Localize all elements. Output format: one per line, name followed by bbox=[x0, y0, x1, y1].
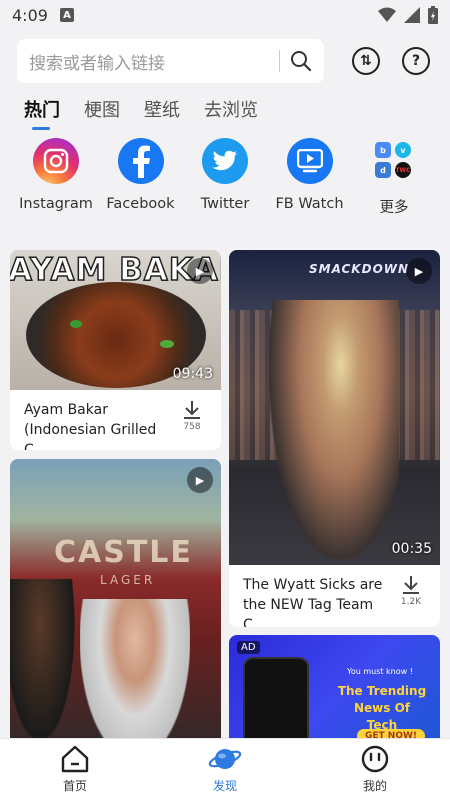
download-manager-icon[interactable]: ⇅ bbox=[352, 47, 380, 75]
battery-icon bbox=[428, 6, 438, 24]
video-title: Ayam Bakar (Indonesian Grilled C... bbox=[24, 402, 157, 450]
planet-icon bbox=[208, 749, 242, 769]
nav-discover[interactable]: 发现 bbox=[175, 745, 275, 794]
facebook-icon bbox=[117, 138, 164, 184]
search-icon[interactable] bbox=[290, 50, 312, 72]
nav-label: 发现 bbox=[212, 779, 237, 793]
garnish bbox=[160, 340, 174, 348]
search-row: 搜索或者输入链接 ⇅ ? bbox=[0, 30, 450, 84]
nav-profile[interactable]: 我的 bbox=[325, 745, 425, 794]
shortcut-twitter[interactable]: Twitter bbox=[183, 138, 267, 228]
download-count: 1.2K bbox=[400, 597, 422, 607]
wrestler-image bbox=[269, 300, 399, 560]
download-button[interactable]: 1.2K bbox=[394, 575, 428, 627]
download-icon bbox=[184, 401, 200, 419]
shortcut-label: Facebook bbox=[106, 196, 175, 212]
video-thumbnail[interactable]: SMACKDOWN ▶ 00:35 bbox=[229, 250, 440, 565]
profile-icon bbox=[361, 745, 389, 773]
thumbnail-banner-text: CASTLE bbox=[54, 535, 193, 570]
notification-badge-icon: A bbox=[59, 8, 74, 22]
category-tabs: 热门 梗图 壁纸 去浏览 bbox=[0, 96, 450, 132]
wifi-icon bbox=[378, 7, 396, 22]
more-apps-icon: b v d TWC bbox=[371, 138, 417, 184]
header-icons: ⇅ ? bbox=[352, 47, 434, 75]
video-thumbnail[interactable]: CASTLE LAGER ▶ bbox=[10, 459, 221, 759]
home-icon bbox=[61, 745, 89, 773]
garnish bbox=[70, 320, 82, 328]
download-button[interactable]: 758 bbox=[175, 400, 209, 450]
bottom-navigation: 首页 发现 我的 bbox=[0, 738, 450, 800]
tab-memes[interactable]: 梗图 bbox=[84, 96, 120, 122]
twitter-icon bbox=[202, 138, 248, 184]
video-card[interactable]: CASTLE LAGER ▶ bbox=[10, 459, 221, 759]
help-icon[interactable]: ? bbox=[402, 47, 430, 75]
person-image bbox=[10, 579, 80, 759]
tab-browse[interactable]: 去浏览 bbox=[204, 96, 258, 122]
video-title: The Wyatt Sicks are the NEW Tag Team C..… bbox=[243, 577, 383, 627]
shortcut-label: 更多 bbox=[379, 200, 409, 216]
shortcut-fb-watch[interactable]: FB Watch bbox=[268, 138, 352, 228]
video-duration: 09:43 bbox=[172, 366, 213, 382]
play-icon[interactable]: ▶ bbox=[406, 258, 432, 284]
search-divider bbox=[279, 50, 280, 72]
ad-pre-text: You must know ! bbox=[347, 667, 413, 676]
play-icon[interactable]: ▶ bbox=[187, 467, 213, 493]
fb-watch-icon bbox=[286, 138, 333, 184]
status-icons bbox=[378, 6, 438, 24]
instagram-icon bbox=[33, 138, 79, 184]
ad-label: AD bbox=[237, 641, 260, 654]
video-card[interactable]: AYAM BAKAR ▶ 09:43 Ayam Bakar (Indonesia… bbox=[10, 250, 221, 450]
shortcut-instagram[interactable]: Instagram bbox=[14, 138, 98, 228]
status-bar: 4:09 A bbox=[0, 0, 450, 30]
shortcut-label: FB Watch bbox=[275, 196, 344, 212]
ad-headline: The Trending News Of Tech bbox=[337, 684, 427, 732]
video-card[interactable]: SMACKDOWN ▶ 00:35 The Wyatt Sicks are th… bbox=[229, 250, 440, 627]
video-thumbnail[interactable]: AYAM BAKAR ▶ 09:43 bbox=[10, 250, 221, 390]
app-shortcuts: Instagram Facebook Twitter FB Watch b v … bbox=[0, 138, 450, 228]
shortcut-more[interactable]: b v d TWC 更多 bbox=[352, 138, 436, 228]
thumbnail-banner-text: SMACKDOWN bbox=[309, 262, 410, 276]
shortcut-label: Twitter bbox=[200, 196, 250, 212]
play-icon[interactable]: ▶ bbox=[187, 258, 213, 284]
shortcut-facebook[interactable]: Facebook bbox=[99, 138, 183, 228]
person-image bbox=[80, 599, 190, 759]
card-info: Ayam Bakar (Indonesian Grilled C... 758 bbox=[10, 390, 221, 450]
card-info: The Wyatt Sicks are the NEW Tag Team C..… bbox=[229, 565, 440, 627]
nav-home[interactable]: 首页 bbox=[25, 745, 125, 794]
nav-label: 我的 bbox=[362, 779, 387, 793]
nav-label: 首页 bbox=[62, 779, 87, 793]
video-duration: 00:35 bbox=[391, 541, 432, 557]
search-input[interactable]: 搜索或者输入链接 bbox=[17, 39, 324, 83]
search-placeholder: 搜索或者输入链接 bbox=[29, 53, 165, 74]
tab-hot[interactable]: 热门 bbox=[24, 96, 60, 130]
tab-wallpaper[interactable]: 壁纸 bbox=[144, 96, 180, 122]
status-time: 4:09 bbox=[12, 5, 48, 25]
thumbnail-sub-banner-text: LAGER bbox=[100, 573, 156, 587]
download-icon bbox=[403, 576, 419, 594]
shortcut-label: Instagram bbox=[19, 196, 93, 212]
signal-icon bbox=[404, 7, 420, 23]
download-count: 758 bbox=[183, 422, 201, 432]
